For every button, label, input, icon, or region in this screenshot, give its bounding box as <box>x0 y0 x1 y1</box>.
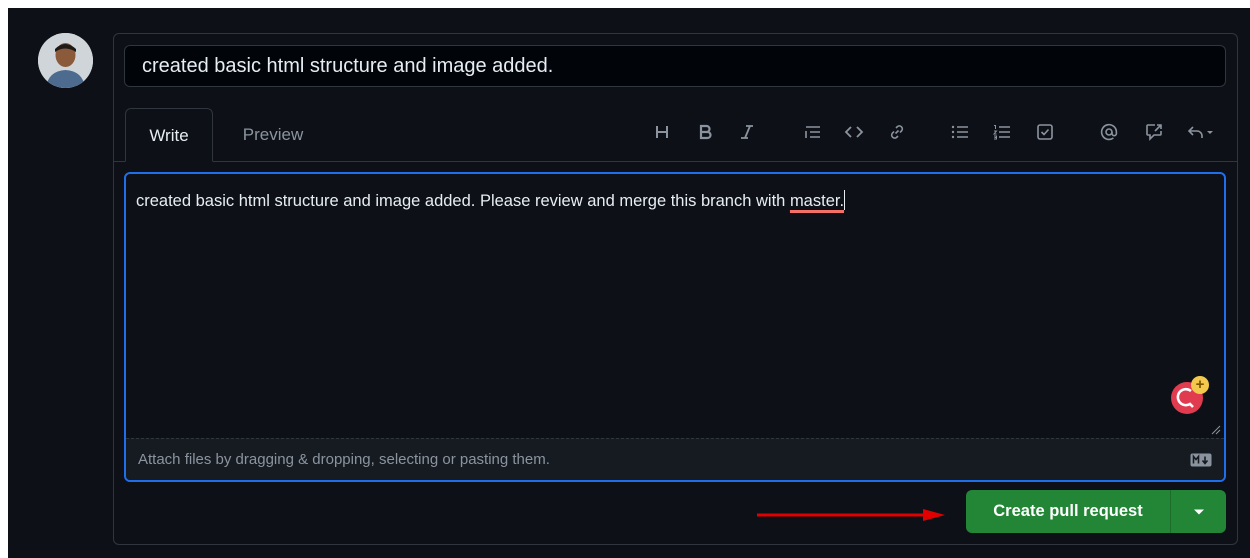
code-icon[interactable] <box>840 118 868 146</box>
grammarly-plus-icon: + <box>1191 376 1209 394</box>
unordered-list-icon[interactable] <box>946 118 974 146</box>
create-pull-request-group: Create pull request <box>966 490 1226 533</box>
comment-body-main: created basic html structure and image a… <box>136 192 790 210</box>
ordered-list-icon[interactable] <box>988 118 1016 146</box>
saved-replies-icon[interactable] <box>1181 118 1221 146</box>
cross-reference-icon[interactable] <box>1140 118 1168 146</box>
tab-preview[interactable]: Preview <box>228 108 318 162</box>
pr-title-input[interactable] <box>124 45 1226 87</box>
quote-icon[interactable] <box>799 118 827 146</box>
spellcheck-word: master. <box>789 192 845 210</box>
link-icon[interactable] <box>883 118 911 146</box>
comment-editor[interactable]: created basic html structure and image a… <box>124 172 1226 482</box>
user-avatar[interactable] <box>38 33 93 88</box>
tab-write[interactable]: Write <box>125 108 213 162</box>
italic-icon[interactable] <box>733 118 761 146</box>
mention-icon[interactable] <box>1095 118 1123 146</box>
annotation-arrow-icon <box>757 509 945 521</box>
markdown-icon[interactable] <box>1190 453 1212 467</box>
bold-icon[interactable] <box>691 118 719 146</box>
comment-body-text[interactable]: created basic html structure and image a… <box>136 190 1216 212</box>
text-caret <box>844 190 846 210</box>
attach-files-hint: Attach files by dragging & dropping, sel… <box>138 451 550 468</box>
create-pull-request-button[interactable]: Create pull request <box>966 490 1171 533</box>
heading-icon[interactable] <box>648 118 676 146</box>
resize-handle-icon[interactable] <box>1211 425 1221 435</box>
chevron-down-icon <box>1193 509 1204 514</box>
task-list-icon[interactable] <box>1031 118 1059 146</box>
pull-request-options-button[interactable] <box>1171 490 1226 533</box>
attach-files-bar[interactable]: Attach files by dragging & dropping, sel… <box>126 438 1224 480</box>
